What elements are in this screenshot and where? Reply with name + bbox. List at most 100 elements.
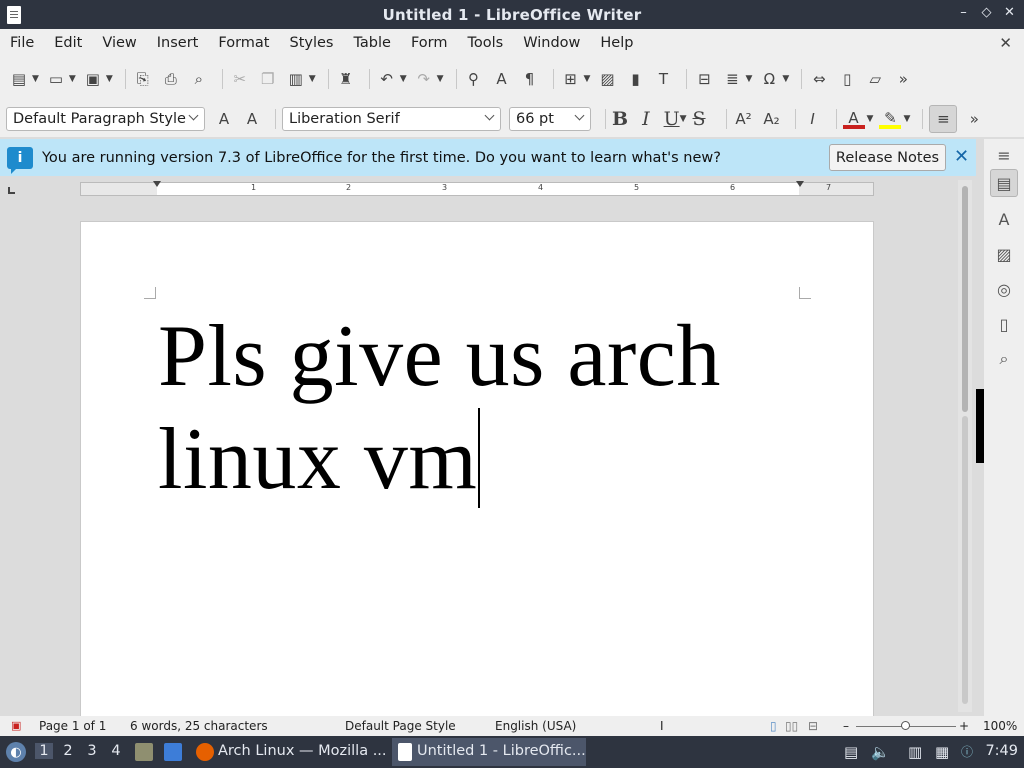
style-inspector-icon[interactable]: ⌕ xyxy=(990,345,1018,373)
print-icon[interactable]: ⎙ xyxy=(160,68,182,90)
find-replace-icon[interactable]: ⚲ xyxy=(463,68,485,90)
page-icon[interactable]: ▯ xyxy=(990,310,1018,338)
insert-image-icon[interactable]: ▨ xyxy=(596,68,618,90)
file-manager-icon[interactable] xyxy=(135,743,153,761)
close-infobar-icon[interactable]: ✕ xyxy=(954,146,969,167)
sidebar-collapse-handle[interactable] xyxy=(976,389,984,463)
menu-table[interactable]: Table xyxy=(353,35,391,51)
menu-file[interactable]: File xyxy=(10,35,34,51)
formatting-marks-icon[interactable]: ¶ xyxy=(519,68,541,90)
right-indent-marker[interactable] xyxy=(796,181,804,187)
undo-dropdown-icon[interactable]: ▼ xyxy=(400,74,407,84)
minimize-button[interactable]: – xyxy=(957,5,970,20)
close-window-button[interactable]: ✕ xyxy=(1003,5,1016,20)
highlight-color-icon[interactable]: ✎ xyxy=(879,108,902,130)
styles-icon[interactable]: A xyxy=(990,205,1018,233)
spelling-icon[interactable]: A xyxy=(491,68,513,90)
paragraph-style-combo[interactable]: Default Paragraph Style xyxy=(6,107,205,131)
document-modified-icon[interactable]: ▣ xyxy=(11,719,21,732)
insert-field-icon[interactable]: ≣ xyxy=(721,68,743,90)
font-color-icon[interactable]: A xyxy=(842,108,865,130)
vertical-scrollbar[interactable] xyxy=(958,180,972,712)
save-dropdown-icon[interactable]: ▼ xyxy=(106,74,113,84)
update-style-icon[interactable]: A xyxy=(213,108,235,130)
page-style[interactable]: Default Page Style xyxy=(345,719,456,733)
navigator-icon[interactable]: ◎ xyxy=(990,275,1018,303)
properties-icon[interactable]: ▤ xyxy=(990,169,1018,197)
multi-page-view-icon[interactable]: ▯▯ xyxy=(785,719,798,733)
menu-view[interactable]: View xyxy=(102,35,136,51)
new-dropdown-icon[interactable]: ▼ xyxy=(32,74,39,84)
firefox-icon[interactable] xyxy=(196,743,214,761)
italic-button[interactable]: I xyxy=(642,108,650,130)
insert-chart-icon[interactable]: ▮ xyxy=(624,68,646,90)
show-desktop-icon[interactable] xyxy=(164,743,182,761)
new-style-icon[interactable]: A xyxy=(241,108,263,130)
subscript-icon[interactable]: A₂ xyxy=(761,108,783,130)
menu-window[interactable]: Window xyxy=(523,35,580,51)
menu-insert[interactable]: Insert xyxy=(157,35,199,51)
strikethrough-button[interactable]: S xyxy=(693,108,706,130)
highlight-dropdown-icon[interactable]: ▼ xyxy=(903,114,910,124)
new-document-icon[interactable]: ▤ xyxy=(8,68,30,90)
release-notes-button[interactable]: Release Notes xyxy=(829,144,946,171)
bold-button[interactable]: B xyxy=(612,108,628,130)
volume-icon[interactable]: 🔈 xyxy=(871,743,890,761)
special-character-dropdown-icon[interactable]: ▼ xyxy=(782,74,789,84)
clear-formatting-icon[interactable]: I xyxy=(802,108,824,130)
workspace-1[interactable]: 1 xyxy=(35,743,53,759)
menu-styles[interactable]: Styles xyxy=(289,35,333,51)
zoom-slider-knob[interactable] xyxy=(901,721,910,730)
document-page[interactable]: Pls give us arch linux vm xyxy=(80,221,874,716)
insert-textbox-icon[interactable]: T xyxy=(652,68,674,90)
gallery-icon[interactable]: ▨ xyxy=(990,240,1018,268)
word-count[interactable]: 6 words, 25 characters xyxy=(130,719,268,733)
insert-special-character-icon[interactable]: Ω xyxy=(758,68,780,90)
insert-table-icon[interactable]: ⊞ xyxy=(560,68,582,90)
app-menu-icon[interactable]: ◐ xyxy=(6,742,26,762)
cut-icon[interactable]: ✂ xyxy=(229,68,251,90)
insert-page-break-icon[interactable]: ⊟ xyxy=(693,68,715,90)
menu-format[interactable]: Format xyxy=(218,35,269,51)
insert-mode-icon[interactable]: I xyxy=(660,719,664,733)
paste-icon[interactable]: ▥ xyxy=(285,68,307,90)
scrollbar-thumb[interactable] xyxy=(962,186,968,412)
workspace-3[interactable]: 3 xyxy=(83,743,101,759)
workspace-4[interactable]: 4 xyxy=(107,743,125,759)
document-body-text[interactable]: Pls give us arch linux vm xyxy=(158,306,798,511)
open-folder-icon[interactable]: ▭ xyxy=(45,68,67,90)
redo-icon[interactable]: ↷ xyxy=(413,68,435,90)
task-firefox[interactable]: Arch Linux — Mozilla ... xyxy=(218,743,387,759)
close-document-icon[interactable]: ✕ xyxy=(999,34,1012,52)
open-dropdown-icon[interactable]: ▼ xyxy=(69,74,76,84)
export-pdf-icon[interactable]: ⎘ xyxy=(132,68,154,90)
align-left-icon[interactable]: ≡ xyxy=(929,105,958,133)
clipboard-icon[interactable]: ▥ xyxy=(908,743,922,761)
updates-icon[interactable]: ▤ xyxy=(844,743,858,761)
sidebar-menu-icon[interactable]: ≡ xyxy=(990,141,1018,169)
copy-icon[interactable]: ❐ xyxy=(257,68,279,90)
underline-button[interactable]: U xyxy=(664,108,680,130)
text-language[interactable]: English (USA) xyxy=(495,719,576,733)
horizontal-ruler[interactable]: 1 2 3 4 5 6 7 xyxy=(80,181,874,196)
font-name-combo[interactable]: Liberation Serif xyxy=(282,107,501,131)
font-size-combo[interactable]: 66 pt xyxy=(509,107,591,131)
workspace-2[interactable]: 2 xyxy=(59,743,77,759)
print-preview-icon[interactable]: ⌕ xyxy=(188,68,210,90)
tab-stop-selector-icon[interactable] xyxy=(8,187,15,194)
writer-task-icon[interactable] xyxy=(398,743,412,761)
left-indent-marker[interactable] xyxy=(153,181,161,187)
menu-tools[interactable]: Tools xyxy=(468,35,504,51)
redo-dropdown-icon[interactable]: ▼ xyxy=(437,74,444,84)
page-count[interactable]: Page 1 of 1 xyxy=(39,719,106,733)
maximize-button[interactable]: ◇ xyxy=(980,5,993,20)
insert-footnote-icon[interactable]: ▯ xyxy=(836,68,858,90)
notification-icon[interactable]: ⓘ xyxy=(961,743,973,760)
table-dropdown-icon[interactable]: ▼ xyxy=(584,74,591,84)
zoom-in-icon[interactable]: + xyxy=(959,719,969,733)
paste-dropdown-icon[interactable]: ▼ xyxy=(309,74,316,84)
underline-dropdown-icon[interactable]: ▼ xyxy=(680,114,687,124)
font-color-dropdown-icon[interactable]: ▼ xyxy=(867,114,874,124)
clone-formatting-icon[interactable]: ♜ xyxy=(335,68,357,90)
zoom-out-icon[interactable]: – xyxy=(843,719,849,733)
